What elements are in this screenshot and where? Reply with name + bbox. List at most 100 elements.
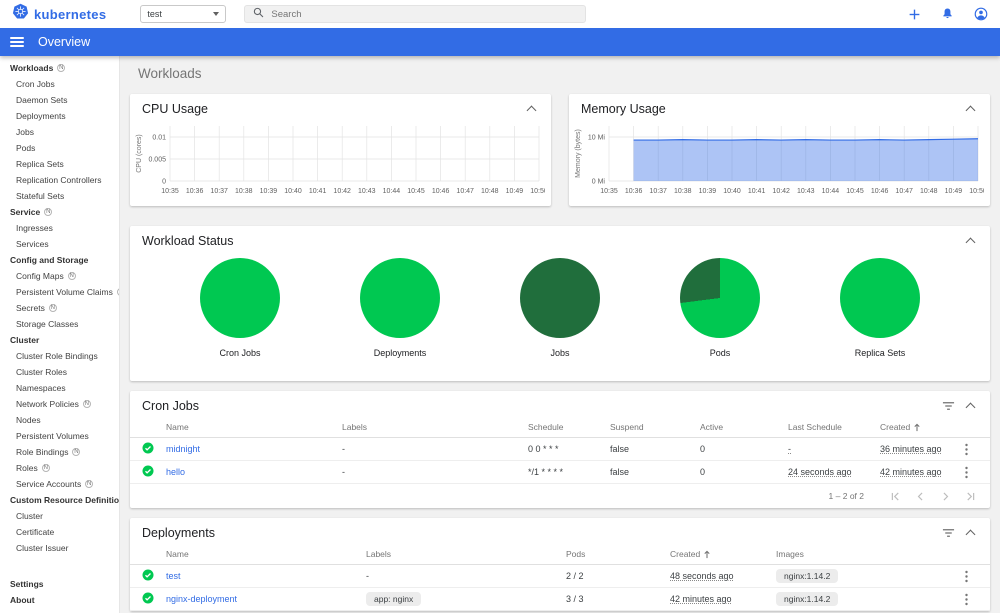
search-input[interactable] <box>271 8 578 20</box>
sidebar-item-network-policies[interactable]: Network Policies N <box>0 396 119 412</box>
column-header-pods[interactable]: Pods <box>566 549 670 559</box>
sidebar-item-about[interactable]: About <box>0 592 119 608</box>
sidebar-item-crd-cluster[interactable]: Cluster <box>0 508 119 524</box>
account-circle-button[interactable] <box>974 7 988 21</box>
svg-text:10:43: 10:43 <box>358 188 376 195</box>
sidebar-item-cluster-roles[interactable]: Cluster Roles <box>0 364 119 380</box>
sidebar-item-deployments[interactable]: Deployments <box>0 108 119 124</box>
sidebar-item-jobs[interactable]: Jobs <box>0 124 119 140</box>
sidebar-item-cluster-issuer[interactable]: Cluster Issuer <box>0 540 119 556</box>
sidebar-section-service[interactable]: Service N <box>0 204 119 220</box>
sidebar-item-daemon-sets[interactable]: Daemon Sets <box>0 92 119 108</box>
cpu-usage-title: CPU Usage <box>142 102 208 116</box>
sidebar-item-replication-controllers[interactable]: Replication Controllers <box>0 172 119 188</box>
cell-pods: 2 / 2 <box>566 571 584 581</box>
cronjob-name-link[interactable]: midnight <box>166 444 200 454</box>
cronjobs-pagination: 1 – 2 of 2 <box>130 484 990 508</box>
svg-text:10:37: 10:37 <box>210 188 228 195</box>
cell-active: 0 <box>700 467 706 477</box>
column-header-active[interactable]: Active <box>700 422 788 432</box>
row-menu-kebab-icon[interactable] <box>954 570 978 583</box>
deployment-name-link[interactable]: nginx-deployment <box>166 594 237 604</box>
column-header-name[interactable]: Name <box>166 549 366 559</box>
kubernetes-logo-link[interactable]: kubernetes <box>12 3 106 25</box>
svg-text:10:43: 10:43 <box>797 188 815 195</box>
sidebar-item-cluster-role-bindings[interactable]: Cluster Role Bindings <box>0 348 119 364</box>
sidebar-item-services[interactable]: Services <box>0 236 119 252</box>
filter-icon[interactable] <box>942 400 955 412</box>
column-header-labels[interactable]: Labels <box>342 422 528 432</box>
sidebar-item-settings[interactable]: Settings <box>0 576 119 592</box>
sidebar-item-storage-classes[interactable]: Storage Classes <box>0 316 119 332</box>
sidebar-item-certificate[interactable]: Certificate <box>0 524 119 540</box>
image-chip: nginx:1.14.2 <box>776 592 839 606</box>
sidebar-item-service-accounts[interactable]: Service Accounts N <box>0 476 119 492</box>
svg-text:10:37: 10:37 <box>649 188 667 195</box>
svg-text:10:48: 10:48 <box>481 188 499 195</box>
column-header-images[interactable]: Images <box>776 549 954 559</box>
svg-text:Memory (bytes): Memory (bytes) <box>575 129 582 178</box>
svg-text:10:41: 10:41 <box>748 188 766 195</box>
svg-text:10 Mi: 10 Mi <box>588 135 606 142</box>
filter-icon[interactable] <box>942 527 955 539</box>
sidebar-item-cron-jobs[interactable]: Cron Jobs <box>0 76 119 92</box>
sidebar-item-stateful-sets[interactable]: Stateful Sets <box>0 188 119 204</box>
sidebar-item-replica-sets[interactable]: Replica Sets <box>0 156 119 172</box>
sidebar-section-cluster[interactable]: Cluster <box>0 332 119 348</box>
sidebar-item-namespaces[interactable]: Namespaces <box>0 380 119 396</box>
collapse-chevron-icon[interactable] <box>965 402 976 412</box>
pie-label: Deployments <box>373 348 427 358</box>
pie-cron-jobs: Cron Jobs <box>165 258 315 358</box>
svg-text:CPU (cores): CPU (cores) <box>136 134 143 173</box>
column-header-name[interactable]: Name <box>166 422 342 432</box>
search-bar[interactable] <box>244 5 587 23</box>
cronjob-name-link[interactable]: hello <box>166 467 185 477</box>
menu-hamburger-icon[interactable] <box>10 37 24 47</box>
sidebar-item-roles[interactable]: Roles N <box>0 460 119 476</box>
svg-text:10:42: 10:42 <box>772 188 790 195</box>
workload-status-card: Workload Status Cron Jobs Deployments Jo… <box>130 226 990 381</box>
sidebar-section-config-and-storage[interactable]: Config and Storage <box>0 252 119 268</box>
create-plus-button[interactable] <box>908 8 921 21</box>
column-header-suspend[interactable]: Suspend <box>610 422 700 432</box>
row-menu-kebab-icon[interactable] <box>954 593 978 606</box>
column-header-created[interactable]: Created <box>670 549 776 559</box>
column-header-last-schedule[interactable]: Last Schedule <box>788 422 880 432</box>
namespace-selector[interactable]: test <box>140 5 227 23</box>
first-page-icon[interactable] <box>890 491 901 502</box>
column-header-schedule[interactable]: Schedule <box>528 422 610 432</box>
deployments-table-header: Name Labels Pods Created Images <box>130 544 990 565</box>
column-header-created[interactable]: Created <box>880 422 954 432</box>
notifications-bell-button[interactable] <box>941 7 954 21</box>
collapse-chevron-icon[interactable] <box>526 105 537 115</box>
top-app-bar: kubernetes test <box>0 0 1000 28</box>
previous-page-icon[interactable] <box>915 491 926 502</box>
sidebar-item-config-maps[interactable]: Config Maps N <box>0 268 119 284</box>
sidebar-section-workloads[interactable]: Workloads N <box>0 60 119 76</box>
sidebar-item-ingresses[interactable]: Ingresses <box>0 220 119 236</box>
sidebar-item-nodes[interactable]: Nodes <box>0 412 119 428</box>
brand-name: kubernetes <box>34 6 107 22</box>
memory-usage-title: Memory Usage <box>581 102 666 116</box>
row-menu-kebab-icon[interactable] <box>954 466 978 479</box>
row-menu-kebab-icon[interactable] <box>954 443 978 456</box>
last-page-icon[interactable] <box>965 491 976 502</box>
deployment-name-link[interactable]: test <box>166 571 181 581</box>
collapse-chevron-icon[interactable] <box>965 237 976 247</box>
page-nav-title: Overview <box>38 35 91 49</box>
sidebar-item-role-bindings[interactable]: Role Bindings N <box>0 444 119 460</box>
column-header-labels[interactable]: Labels <box>366 549 566 559</box>
sidebar-item-secrets[interactable]: Secrets N <box>0 300 119 316</box>
collapse-chevron-icon[interactable] <box>965 529 976 539</box>
cron-jobs-card: Cron Jobs Name Labels Schedule Suspend A… <box>130 391 990 508</box>
label-chip: app: nginx <box>366 592 422 606</box>
cell-labels: - <box>366 571 369 581</box>
sidebar-section-custom-resource-definitions[interactable]: Custom Resource Definitions <box>0 492 119 508</box>
sidebar-item-pods[interactable]: Pods <box>0 140 119 156</box>
sidebar-item-persistent-volumes[interactable]: Persistent Volumes <box>0 428 119 444</box>
next-page-icon[interactable] <box>940 491 951 502</box>
collapse-chevron-icon[interactable] <box>965 105 976 115</box>
svg-text:10:49: 10:49 <box>506 188 524 195</box>
memory-usage-card: Memory Usage 10:35 10:36 10:37 10:38 10:39 10… <box>569 94 990 206</box>
sidebar-item-persistent-volume-claims[interactable]: Persistent Volume ClaimsN <box>0 284 119 300</box>
